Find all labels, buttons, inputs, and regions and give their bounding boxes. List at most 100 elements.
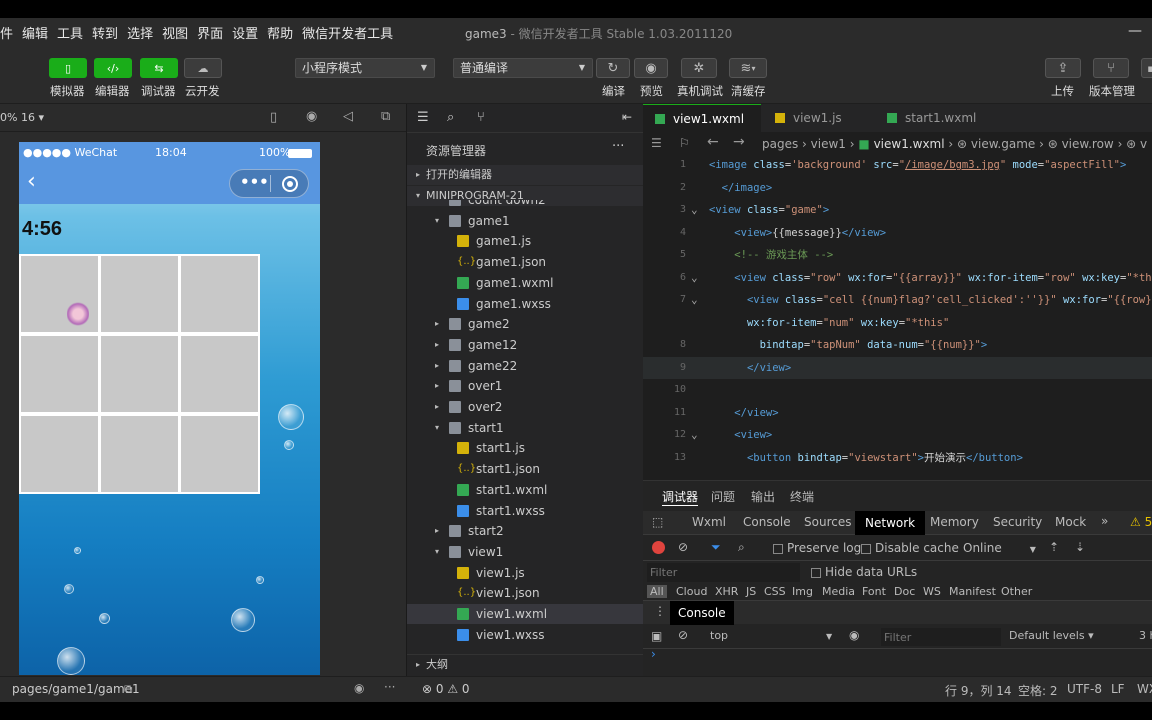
tree-folder[interactable]: ▸ start2 bbox=[407, 521, 644, 541]
tree-folder[interactable]: ▾ game1 bbox=[407, 211, 644, 231]
search-icon[interactable]: ⌕ bbox=[738, 540, 745, 555]
problems-count[interactable]: ⊗ 0 ⚠ 0 bbox=[422, 682, 470, 696]
crumb[interactable]: view1.wxml bbox=[874, 137, 945, 151]
code-line[interactable]: 6 ⌄ <view class="row" wx:for="{{array}}" … bbox=[643, 267, 1152, 289]
fold-chevron-icon[interactable]: ⌄ bbox=[691, 424, 698, 446]
indentation[interactable]: 空格: 2 bbox=[1018, 682, 1058, 699]
bookmark-icon[interactable]: ⚐ bbox=[679, 136, 690, 150]
menu-goto[interactable]: 转到 bbox=[92, 23, 118, 42]
collapse-icon[interactable]: ⇤ bbox=[622, 110, 632, 124]
sidebar-toggle-icon[interactable]: ▣ bbox=[651, 629, 662, 643]
tree-file[interactable]: start1.js bbox=[407, 438, 644, 458]
console-prompt[interactable]: › bbox=[643, 647, 1152, 667]
tab-start1-wxml[interactable]: start1.wxml bbox=[875, 104, 997, 132]
fold-chevron-icon[interactable]: ⌄ bbox=[691, 289, 698, 311]
list-icon[interactable]: ☰ bbox=[417, 110, 429, 125]
tab-sources[interactable]: Sources bbox=[804, 515, 851, 529]
simulator-button[interactable]: ▯ bbox=[49, 58, 87, 78]
tab-debugger[interactable]: 调试器 bbox=[662, 488, 699, 506]
tab-output[interactable]: 输出 bbox=[751, 488, 775, 505]
grid-cell[interactable] bbox=[101, 256, 178, 332]
cloud-button[interactable]: ☁ bbox=[184, 58, 222, 78]
menu-tools[interactable]: 工具 bbox=[57, 23, 83, 42]
eye-icon[interactable]: ◉ bbox=[354, 681, 364, 695]
type-filter[interactable]: JS bbox=[746, 585, 756, 598]
cursor-position[interactable]: 行 9，列 14 bbox=[945, 682, 1012, 699]
tree-file[interactable]: {..} view1.json bbox=[407, 583, 644, 603]
menu-select[interactable]: 选择 bbox=[127, 23, 153, 42]
editor-button[interactable]: ‹/› bbox=[94, 58, 132, 78]
throttle-select[interactable]: Online ▼ bbox=[963, 541, 1036, 555]
menu-help[interactable]: 帮助 bbox=[267, 23, 293, 42]
grid-cell[interactable] bbox=[21, 416, 98, 492]
type-filter[interactable]: Other bbox=[1001, 585, 1032, 598]
more-icon[interactable]: ··· bbox=[612, 139, 624, 154]
copy-icon[interactable]: ⧉ bbox=[124, 682, 133, 697]
forward-icon[interactable]: → bbox=[733, 134, 745, 150]
menu-view[interactable]: 视图 bbox=[162, 23, 188, 42]
tab-mock[interactable]: Mock bbox=[1055, 515, 1086, 529]
line-ending[interactable]: LF bbox=[1111, 682, 1125, 696]
tree-file[interactable]: start1.wxss bbox=[407, 501, 644, 521]
inspect-icon[interactable]: ⬚ bbox=[652, 515, 663, 529]
tree-file[interactable]: {..} start1.json bbox=[407, 459, 644, 479]
live-expression-icon[interactable]: ◉ bbox=[849, 628, 859, 642]
mode-select[interactable]: 小程序模式 ▼ bbox=[295, 58, 435, 78]
upload-button[interactable]: ⇪ bbox=[1045, 58, 1081, 78]
language-mode[interactable]: WX bbox=[1137, 682, 1152, 696]
code-line[interactable]: 9 </view> bbox=[643, 356, 1152, 379]
fold-chevron-icon[interactable]: ⌄ bbox=[691, 199, 698, 221]
menu-edit[interactable]: 编辑 bbox=[22, 23, 48, 42]
device-icon[interactable]: ▯ bbox=[270, 110, 277, 125]
tree-file[interactable]: game1.wxss bbox=[407, 294, 644, 314]
code-line[interactable]: 2 </image> bbox=[643, 177, 1152, 199]
crumb[interactable]: view.game bbox=[971, 137, 1035, 151]
more-dots-icon[interactable]: ••• bbox=[240, 173, 269, 191]
crumb[interactable]: pages bbox=[762, 137, 798, 151]
close-capsule-icon[interactable] bbox=[282, 176, 298, 192]
tree-folder[interactable]: ▾ start1 bbox=[407, 418, 644, 438]
tab-view1-js[interactable]: view1.js bbox=[763, 104, 873, 132]
compile-select[interactable]: 普通编译 ▼ bbox=[453, 58, 593, 78]
type-filter[interactable]: Doc bbox=[894, 585, 915, 598]
tree-file[interactable]: game1.js bbox=[407, 231, 644, 251]
fold-chevron-icon[interactable]: ⌄ bbox=[691, 267, 698, 289]
page-path[interactable]: pages/game1/game1 bbox=[12, 682, 140, 696]
tab-security[interactable]: Security bbox=[993, 515, 1042, 529]
clear-cache-button[interactable]: ≋ ▾ bbox=[729, 58, 767, 78]
grid-cell[interactable] bbox=[181, 256, 258, 332]
tree-folder[interactable]: ▸ over2 bbox=[407, 397, 644, 417]
preserve-log-checkbox[interactable]: Preserve log bbox=[773, 541, 861, 555]
type-filter[interactable]: Font bbox=[862, 585, 886, 598]
clear-icon[interactable]: ⊘ bbox=[678, 540, 688, 554]
type-filter[interactable]: Img bbox=[792, 585, 813, 598]
crumb[interactable]: view1 bbox=[811, 137, 846, 151]
filter-input[interactable] bbox=[647, 563, 800, 582]
code-line[interactable]: 11 </view> bbox=[643, 402, 1152, 424]
code-line[interactable]: 12 ⌄ <view> bbox=[643, 424, 1152, 446]
console-drawer-tab[interactable]: Console bbox=[670, 601, 734, 625]
code-line[interactable]: 4 <view>{{message}}</view> bbox=[643, 222, 1152, 244]
code-line[interactable]: 10 bbox=[643, 379, 1152, 401]
filter-icon[interactable]: ⏷ bbox=[711, 540, 721, 555]
encoding[interactable]: UTF-8 bbox=[1067, 682, 1102, 696]
export-icon[interactable]: ⇣ bbox=[1075, 540, 1085, 554]
type-filter[interactable]: Manifest bbox=[949, 585, 996, 598]
debugger-button[interactable]: ⇆ bbox=[140, 58, 178, 78]
code-area[interactable]: 1 <image class='background' src="/image/b… bbox=[643, 154, 1152, 480]
compile-button[interactable]: ↻ bbox=[596, 58, 630, 78]
type-filter[interactable]: WS bbox=[923, 585, 941, 598]
preview-button[interactable]: ◉ bbox=[634, 58, 668, 78]
drawer-menu-icon[interactable]: ⋮ bbox=[654, 604, 666, 618]
grid-cell[interactable] bbox=[101, 336, 178, 412]
warning-count[interactable]: ⚠ 5 bbox=[1130, 515, 1152, 529]
hide-data-urls-checkbox[interactable]: Hide data URLs bbox=[811, 565, 917, 579]
tree-folder[interactable]: ▸ game12 bbox=[407, 335, 644, 355]
tab-terminal[interactable]: 终端 bbox=[790, 488, 814, 505]
context-select[interactable]: top ▼ bbox=[710, 629, 832, 642]
menu-settings[interactable]: 设置 bbox=[232, 23, 258, 42]
tree-folder[interactable]: ▸ game22 bbox=[407, 356, 644, 376]
tab-memory[interactable]: Memory bbox=[930, 515, 979, 529]
record-icon[interactable] bbox=[652, 541, 665, 554]
type-filter[interactable]: All bbox=[647, 585, 667, 598]
